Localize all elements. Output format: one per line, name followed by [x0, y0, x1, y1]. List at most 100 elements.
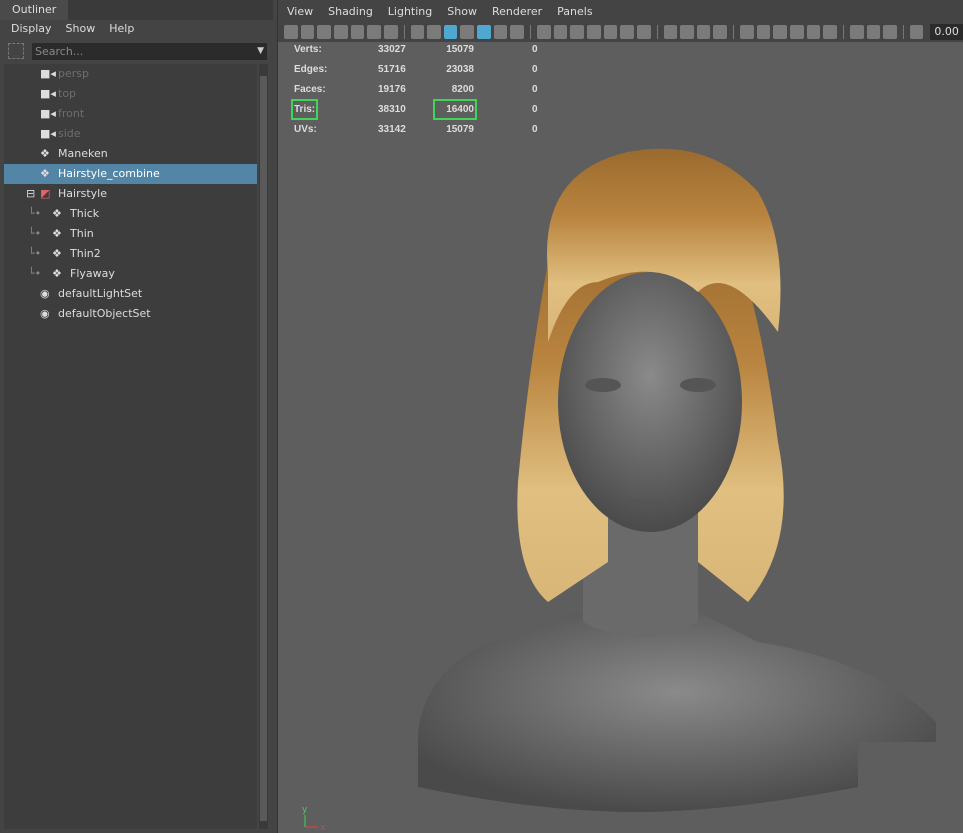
face [558, 272, 742, 532]
outliner-item-label: Hairstyle [58, 187, 107, 200]
toolbar-button-icon[interactable] [680, 25, 694, 39]
hud-value-scene: 19176 [378, 84, 406, 95]
toolbar-button-icon[interactable] [849, 25, 864, 39]
outliner-item-label: Thick [70, 207, 100, 220]
outliner-item-label: side [58, 127, 81, 140]
toolbar-button-icon[interactable] [333, 25, 348, 39]
toolbar-button-icon[interactable] [663, 25, 678, 39]
menu-show[interactable]: Show [66, 20, 96, 40]
toolbar-button-icon[interactable] [383, 25, 398, 39]
collapse-icon[interactable]: ⊟ [26, 184, 35, 204]
toolbar-button-icon[interactable] [350, 25, 365, 39]
toolbar-button-icon[interactable] [460, 25, 475, 39]
toolbar-button-icon[interactable] [883, 25, 897, 39]
toolbar-button-icon[interactable] [586, 25, 601, 39]
menu-display[interactable]: Display [11, 20, 52, 40]
toolbar-button-icon[interactable] [823, 25, 837, 39]
selection-filter-icon[interactable] [8, 43, 24, 59]
outliner-item-label: Hairstyle_combine [58, 167, 160, 180]
menu-renderer[interactable]: Renderer [492, 0, 542, 22]
toolbar-button-icon[interactable] [620, 25, 634, 39]
toolbar-button-icon[interactable] [284, 25, 298, 39]
toolbar-button-icon[interactable] [740, 25, 754, 39]
transform-icon: ❖ [40, 147, 50, 160]
outliner-item-label: Flyaway [70, 267, 115, 280]
outliner-item[interactable]: ◉ defaultLightSet [4, 284, 257, 304]
transform-icon: ❖ [52, 227, 62, 240]
outliner-item[interactable]: └• ❖ Thin [4, 224, 257, 244]
toolbar-button-icon[interactable] [909, 25, 924, 39]
toolbar-button-icon[interactable] [773, 25, 787, 39]
search-input[interactable]: Search... [32, 42, 267, 60]
toolbar-button-icon[interactable] [410, 25, 425, 39]
tree-connector-icon: └• [28, 267, 42, 280]
transform-icon: ❖ [52, 207, 62, 220]
outliner-item[interactable]: └• ❖ Thin2 [4, 244, 257, 264]
axis-y-label: y [302, 805, 308, 815]
outliner-item[interactable]: ◉ defaultObjectSet [4, 304, 257, 324]
outliner-item-label: defaultLightSet [58, 287, 143, 300]
outliner-item[interactable]: ❖ Maneken [4, 144, 257, 164]
toolbar-button-icon[interactable] [570, 25, 584, 39]
outliner-item-label: Thin2 [70, 247, 101, 260]
hud-value-component: 0 [532, 84, 538, 95]
hud-value-selected: 23038 [446, 64, 474, 75]
toolbar-button-icon[interactable] [806, 25, 821, 39]
toolbar-button-icon[interactable] [790, 25, 804, 39]
outliner-item-label: top [58, 87, 77, 100]
outliner-item[interactable]: ■◂ side [4, 124, 257, 144]
toolbar-button-icon[interactable] [427, 25, 441, 39]
xgen-icon: ◩ [40, 187, 51, 200]
toolbar-button-icon[interactable] [636, 25, 651, 39]
outliner-item[interactable]: ⊟ ◩ Hairstyle [4, 184, 257, 204]
toolbar-button-icon[interactable] [603, 25, 618, 39]
menu-view[interactable]: View [287, 0, 313, 22]
toolbar-button-icon[interactable] [510, 25, 525, 39]
menu-show[interactable]: Show [447, 0, 477, 22]
toolbar-button-icon[interactable] [537, 25, 551, 39]
exposure-field[interactable]: 0.00 [930, 24, 963, 40]
hud-row: UVs: 33142 15079 0 [292, 122, 552, 142]
menu-lighting[interactable]: Lighting [388, 0, 432, 22]
toolbar-button-icon[interactable] [477, 25, 491, 39]
outliner-item[interactable]: ❖ Hairstyle_combine [4, 164, 257, 184]
hud-value-scene: 33027 [378, 44, 406, 55]
hud-row: Faces: 19176 8200 0 [292, 82, 552, 102]
set-icon: ◉ [40, 307, 50, 320]
hud-value-selected: 15079 [446, 44, 474, 55]
toolbar-button-icon[interactable] [300, 25, 315, 39]
scrollbar-thumb[interactable] [260, 76, 267, 821]
menu-help[interactable]: Help [109, 20, 134, 40]
hud-label: Verts: [294, 44, 322, 55]
toolbar-button-icon[interactable] [713, 25, 728, 39]
camera-icon: ■◂ [40, 67, 56, 80]
toolbar-button-icon[interactable] [553, 25, 568, 39]
outliner-item[interactable]: └• ❖ Flyaway [4, 264, 257, 284]
scrollbar[interactable] [259, 64, 268, 829]
outliner-panel: Outliner Display Show Help Search... ■◂p… [0, 0, 273, 833]
tree-connector-icon: └• [28, 247, 42, 260]
toolbar-button-icon[interactable] [317, 25, 331, 39]
viewport-scene[interactable]: y x [278, 42, 963, 833]
toolbar-button-icon[interactable] [696, 25, 711, 39]
outliner-item[interactable]: ■◂ top [4, 84, 257, 104]
toolbar-separator [842, 25, 844, 39]
toolbar-button-icon[interactable] [866, 25, 881, 39]
outliner-item[interactable]: ■◂ persp [4, 64, 257, 84]
tab-outliner[interactable]: Outliner [0, 0, 69, 20]
menu-shading[interactable]: Shading [328, 0, 373, 22]
outliner-item[interactable]: ■◂ front [4, 104, 257, 124]
outliner-item[interactable]: └• ❖ Thick [4, 204, 257, 224]
outliner-item-label: front [58, 107, 85, 120]
menu-panels[interactable]: Panels [557, 0, 592, 22]
toolbar-button-icon[interactable] [367, 25, 381, 39]
bust-shoulders [418, 612, 936, 812]
toolbar-button-icon[interactable] [443, 25, 458, 39]
outliner-item-label: defaultObjectSet [58, 307, 151, 320]
toolbar-button-icon[interactable] [493, 25, 508, 39]
toolbar-separator [530, 25, 531, 39]
toolbar-button-icon[interactable] [756, 25, 771, 39]
toolbar-separator [733, 25, 735, 39]
hud-value-selected: 16400 [433, 99, 477, 120]
tree-connector-icon: └• [28, 227, 42, 240]
